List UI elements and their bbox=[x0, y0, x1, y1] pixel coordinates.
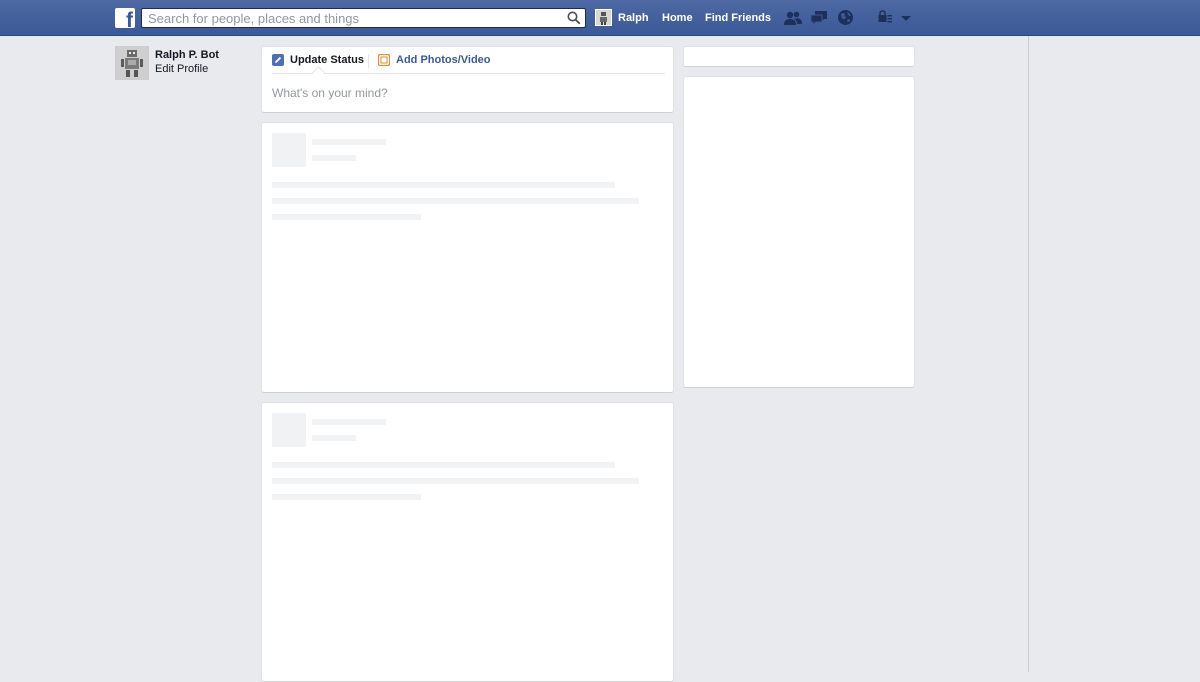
home-link[interactable]: Home bbox=[662, 12, 693, 24]
placeholder-line bbox=[272, 182, 615, 188]
search-input[interactable] bbox=[142, 9, 562, 27]
right-column-content-box bbox=[683, 76, 915, 388]
nav-avatar[interactable] bbox=[595, 9, 612, 26]
profile-avatar[interactable] bbox=[115, 46, 149, 80]
profile-name-link[interactable]: Ralph P. Bot bbox=[155, 49, 219, 61]
chat-sidebar-divider bbox=[1028, 36, 1029, 672]
placeholder-line bbox=[312, 155, 356, 161]
placeholder-line bbox=[312, 435, 356, 441]
placeholder-line bbox=[312, 139, 386, 145]
placeholder-avatar bbox=[272, 133, 306, 167]
placeholder-line bbox=[272, 478, 639, 484]
find-friends-link[interactable]: Find Friends bbox=[705, 12, 771, 24]
tab-update-status-label: Update Status bbox=[290, 54, 364, 66]
search-icon[interactable] bbox=[567, 11, 581, 25]
top-navigation-bar: f Ralph Home Find Friends bbox=[0, 0, 1200, 36]
notifications-globe-icon[interactable] bbox=[837, 9, 855, 25]
placeholder-line bbox=[272, 214, 421, 220]
feed-story-placeholder bbox=[261, 122, 674, 393]
placeholder-avatar bbox=[272, 413, 306, 447]
placeholder-line bbox=[272, 462, 615, 468]
placeholder-line bbox=[312, 419, 386, 425]
tab-divider bbox=[368, 54, 369, 68]
status-composer: Update Status Add Photos/Video bbox=[261, 46, 674, 113]
right-column-header-box bbox=[683, 46, 915, 67]
settings-dropdown-icon[interactable] bbox=[900, 10, 918, 26]
messages-icon[interactable] bbox=[810, 10, 828, 27]
friend-requests-icon[interactable] bbox=[784, 10, 802, 26]
facebook-logo-icon[interactable]: f bbox=[115, 8, 135, 28]
profile-link[interactable]: Ralph bbox=[618, 12, 649, 24]
edit-profile-link[interactable]: Edit Profile bbox=[155, 63, 208, 75]
photo-icon bbox=[377, 53, 391, 67]
tab-add-photos-video-label: Add Photos/Video bbox=[396, 54, 491, 66]
placeholder-line bbox=[272, 198, 639, 204]
placeholder-line bbox=[272, 494, 421, 500]
privacy-shortcuts-icon[interactable] bbox=[877, 10, 895, 26]
composer-divider bbox=[272, 73, 665, 74]
search-box bbox=[141, 8, 586, 28]
feed-story-placeholder bbox=[261, 402, 674, 682]
status-input[interactable] bbox=[272, 83, 662, 103]
pencil-icon bbox=[272, 54, 284, 66]
active-tab-caret bbox=[312, 66, 325, 79]
